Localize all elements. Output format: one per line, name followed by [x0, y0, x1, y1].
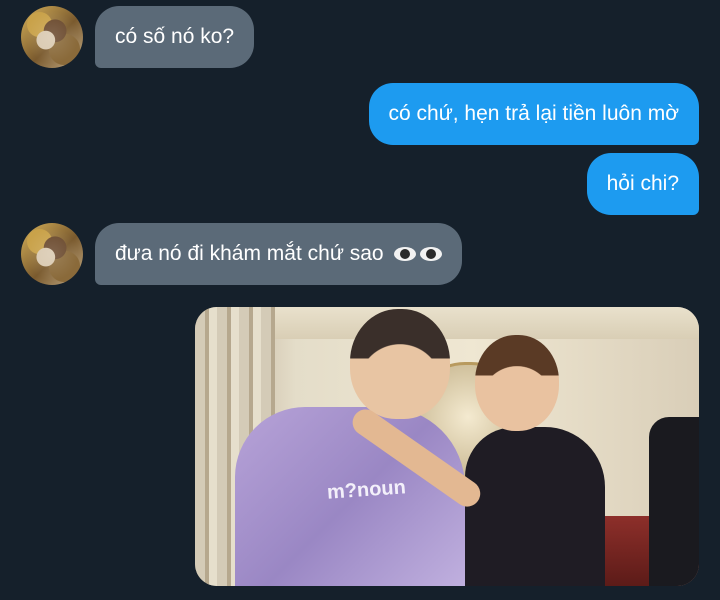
message-text: đưa nó đi khám mắt chứ sao — [115, 242, 384, 265]
incoming-message-bubble[interactable]: có số nó ko? — [95, 6, 255, 68]
incoming-message-bubble[interactable]: đưa nó đi khám mắt chứ sao — [95, 223, 462, 285]
eye-icon — [393, 247, 416, 262]
eye-icon — [419, 247, 442, 262]
eyes-emoji — [390, 242, 442, 266]
photo-person-head — [350, 309, 450, 419]
sender-avatar[interactable] — [21, 6, 83, 68]
photo-person-head — [475, 335, 559, 431]
sender-avatar[interactable] — [21, 223, 83, 285]
outgoing-message-bubble[interactable]: có chứ, hẹn trả lại tiền luôn mờ — [368, 83, 699, 145]
message-photo[interactable]: m?noun — [195, 307, 699, 586]
photo-person-edge — [649, 417, 699, 586]
message-text: có chứ, hẹn trả lại tiền luôn mờ — [388, 102, 679, 125]
photo-ceiling — [275, 307, 699, 339]
message-text: có số nó ko? — [115, 25, 235, 48]
photo-person-black-shirt — [465, 427, 605, 586]
outgoing-message-bubble[interactable]: hỏi chi? — [586, 153, 699, 215]
message-text: hỏi chi? — [606, 172, 679, 195]
